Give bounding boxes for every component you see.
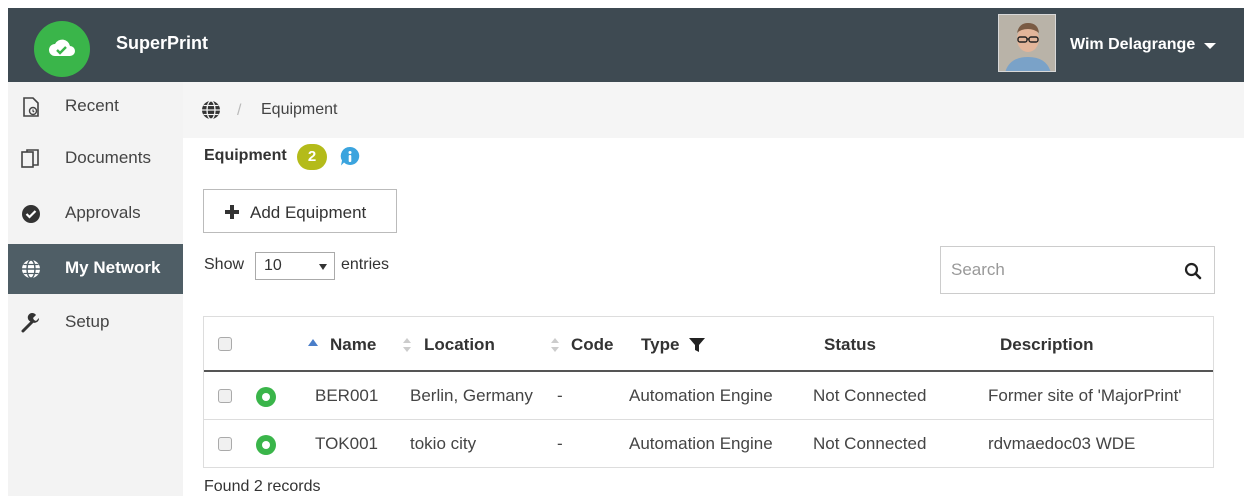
cell-location: Berlin, Germany <box>410 386 533 405</box>
search-box <box>940 246 1215 294</box>
table-row[interactable]: BER001 Berlin, Germany - Automation Engi… <box>204 372 1213 420</box>
cell-status: Not Connected <box>813 434 927 453</box>
sidebar-item-label: Setup <box>65 312 110 331</box>
documents-icon <box>21 149 39 168</box>
count-badge: 2 <box>297 144 327 170</box>
row-checkbox[interactable] <box>218 437 232 451</box>
sidebar-item-documents[interactable]: Documents <box>8 134 183 184</box>
globe-icon[interactable] <box>201 100 221 120</box>
column-header-name[interactable]: Name <box>330 335 376 355</box>
breadcrumb-separator: / <box>237 102 242 119</box>
user-photo-icon <box>999 15 1055 71</box>
entries-label: entries <box>341 256 390 273</box>
cloud-check-icon <box>49 39 75 56</box>
sidebar-item-label: Recent <box>65 96 119 115</box>
connection-status-icon <box>256 435 276 455</box>
cell-location: tokio city <box>410 434 477 453</box>
equipment-table: Name Location Code Type Status Descripti… <box>203 316 1214 468</box>
table-header: Name Location Code Type Status Descripti… <box>204 317 1213 372</box>
table-row[interactable]: TOK001 tokio city - Automation Engine No… <box>204 420 1213 468</box>
entries-select-value: 10 <box>264 257 282 274</box>
user-menu[interactable]: Wim Delagrange <box>1070 36 1195 54</box>
sidebar-item-label: My Network <box>65 258 161 277</box>
sidebar-item-my-network[interactable]: My Network <box>8 244 183 294</box>
column-header-type[interactable]: Type <box>641 335 679 355</box>
brand-name: SuperPrint <box>116 33 209 53</box>
cell-code: - <box>557 386 563 405</box>
cell-description: rdvmaedoc03 WDE <box>988 434 1136 453</box>
breadcrumb-current: Equipment <box>261 101 338 118</box>
add-equipment-button[interactable]: Add Equipment <box>203 189 397 233</box>
column-header-code[interactable]: Code <box>571 335 614 355</box>
search-input[interactable] <box>951 255 1171 285</box>
page-title: Equipment <box>204 147 287 164</box>
sidebar: Recent Documents Approvals My Network Se… <box>8 82 183 496</box>
sort-icon[interactable] <box>550 337 560 353</box>
cell-name: BER001 <box>315 386 379 405</box>
sidebar-item-approvals[interactable]: Approvals <box>8 189 183 239</box>
wrench-icon <box>21 313 40 333</box>
cell-name: TOK001 <box>315 434 379 453</box>
sidebar-item-label: Approvals <box>65 203 141 222</box>
column-header-description[interactable]: Description <box>1000 335 1094 355</box>
select-all-checkbox[interactable] <box>218 337 232 351</box>
cell-code: - <box>557 434 563 453</box>
approval-check-icon <box>22 205 40 223</box>
show-label: Show <box>204 256 245 273</box>
sidebar-item-setup[interactable]: Setup <box>8 298 183 348</box>
cell-type: Automation Engine <box>629 386 773 405</box>
sort-icon[interactable] <box>402 337 412 353</box>
chevron-down-icon[interactable] <box>1204 43 1216 49</box>
avatar[interactable] <box>998 14 1056 72</box>
sidebar-item-label: Documents <box>65 148 151 167</box>
sidebar-item-recent[interactable]: Recent <box>8 82 183 132</box>
cell-type: Automation Engine <box>629 434 773 453</box>
recent-document-icon <box>23 97 39 117</box>
top-bar: SuperPrint Wim Delagrange <box>8 8 1244 82</box>
column-header-location[interactable]: Location <box>424 335 495 355</box>
info-icon[interactable] <box>338 145 362 169</box>
breadcrumb: / Equipment <box>183 82 1244 138</box>
sort-ascending-icon[interactable] <box>308 339 318 346</box>
column-header-status[interactable]: Status <box>824 335 876 355</box>
globe-icon <box>22 259 40 279</box>
chevron-down-icon <box>319 264 327 270</box>
row-checkbox[interactable] <box>218 389 232 403</box>
add-equipment-label: Add Equipment <box>250 203 367 222</box>
plus-icon <box>225 205 239 219</box>
entries-select[interactable]: 10 <box>255 252 335 280</box>
records-found-text: Found 2 records <box>204 478 321 495</box>
cell-status: Not Connected <box>813 386 927 405</box>
connection-status-icon <box>256 387 276 407</box>
logo[interactable] <box>34 21 90 77</box>
search-icon[interactable] <box>1184 262 1202 280</box>
filter-icon[interactable] <box>689 338 705 353</box>
cell-description: Former site of 'MajorPrint' <box>988 386 1182 405</box>
